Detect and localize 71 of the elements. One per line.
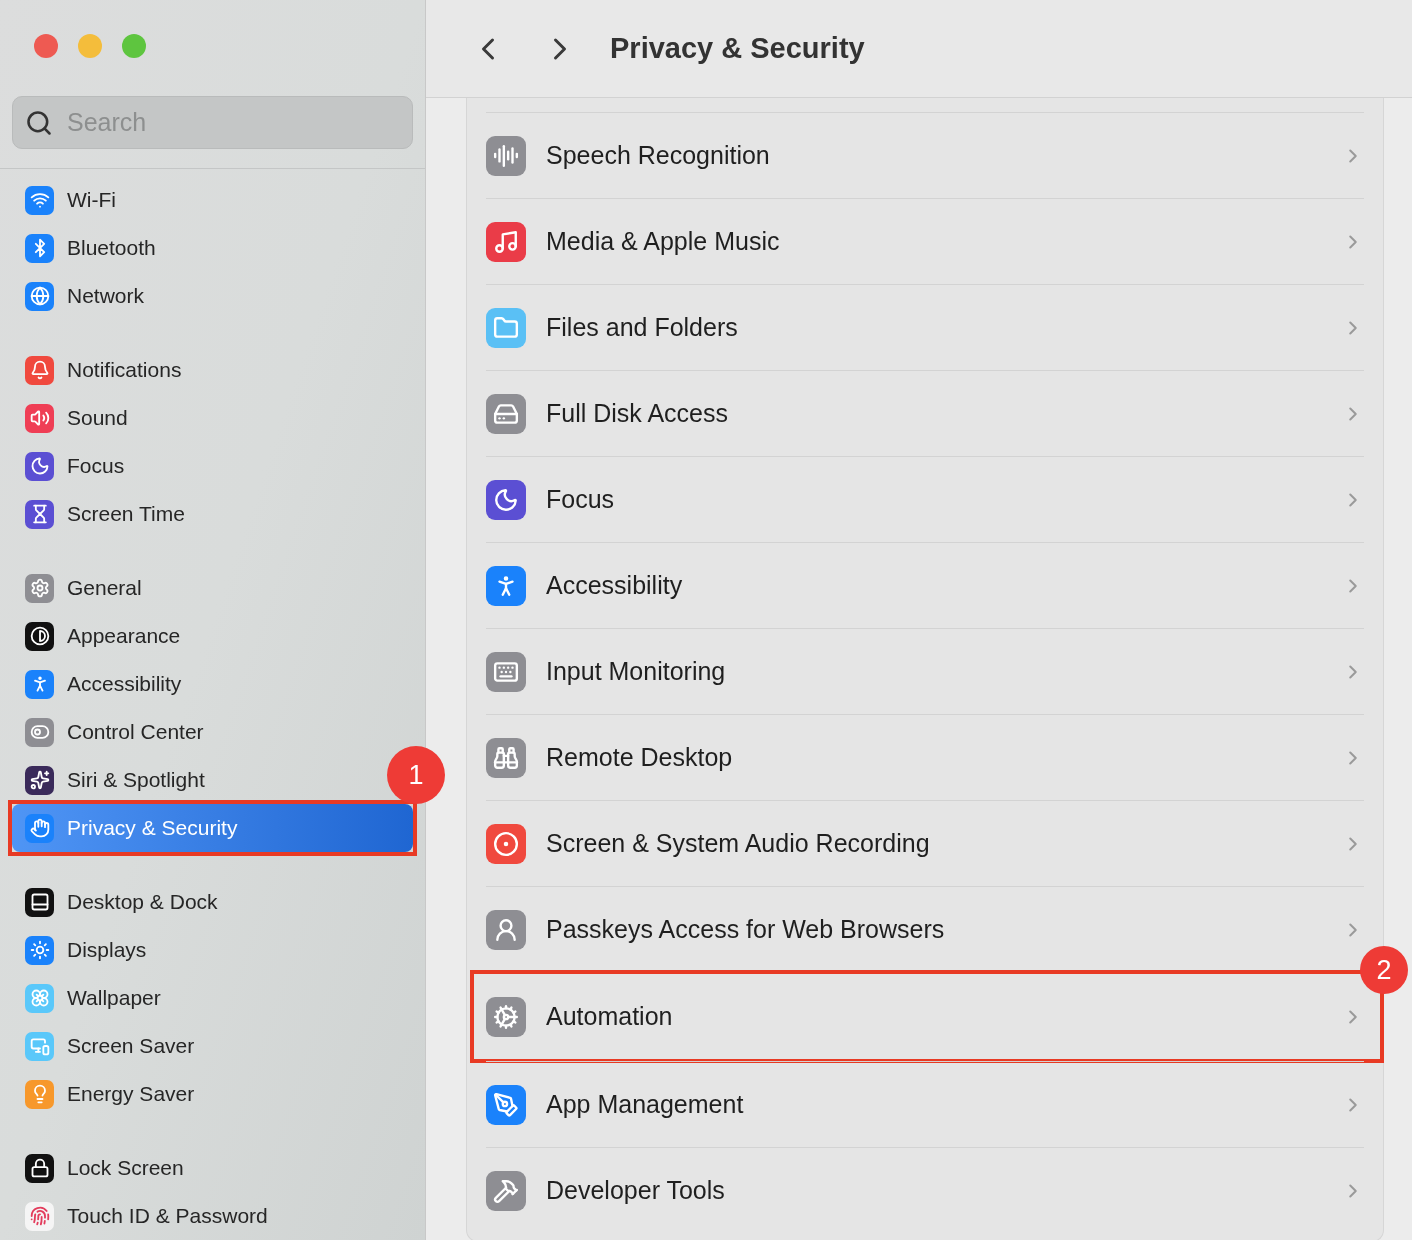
gear-icon [25, 573, 54, 603]
sidebar-item[interactable]: Touch ID & Password [12, 1192, 281, 1240]
sidebar-item[interactable]: Displays [12, 926, 160, 974]
sun-icon [25, 935, 54, 965]
keyboard-icon [486, 651, 526, 692]
close-button[interactable] [34, 34, 58, 58]
settings-row[interactable]: Files and Folders [486, 285, 1364, 370]
waveform-icon [486, 135, 526, 176]
sidebar-item[interactable]: Sound [12, 394, 141, 442]
sidebar-item[interactable]: Lock Screen [12, 1144, 197, 1192]
moon-icon [486, 479, 526, 520]
hourglass-icon [25, 499, 54, 529]
record-icon [486, 823, 526, 864]
sidebar-item[interactable]: Appearance [12, 612, 194, 660]
sidebar-item[interactable]: Wi-Fi [12, 176, 129, 224]
sidebar-item[interactable]: Wallpaper [12, 974, 174, 1022]
step-badge: 2 [1360, 946, 1408, 994]
person-icon [486, 909, 526, 950]
settings-row[interactable]: Speech Recognition [486, 113, 1364, 198]
moon-icon [25, 451, 54, 481]
wifi-icon [25, 185, 54, 215]
sidebar-item[interactable]: Accessibility [12, 660, 195, 708]
contrast-icon [25, 621, 54, 651]
sidebar-item[interactable]: General [12, 564, 155, 612]
settings-row[interactable]: App Management [486, 1062, 1364, 1147]
drive-icon [486, 393, 526, 434]
lock-icon [25, 1153, 54, 1183]
binoculars-icon [486, 737, 526, 778]
screen-icon [25, 1031, 54, 1061]
lightbulb-icon [25, 1079, 54, 1109]
sidebar-item[interactable]: Desktop & Dock [12, 878, 231, 926]
settings-row[interactable]: Input Monitoring [486, 629, 1364, 714]
sidebar-item[interactable]: Notifications [12, 346, 195, 394]
sidebar-item[interactable]: Focus [12, 442, 138, 490]
bluetooth-icon [25, 233, 54, 263]
sidebar-item[interactable]: Energy Saver [12, 1070, 208, 1118]
speaker-icon [25, 403, 54, 433]
minimize-button[interactable] [78, 34, 102, 58]
settings-row[interactable]: Remote Desktop [486, 715, 1364, 800]
folder-icon [486, 307, 526, 348]
accessibility-icon [486, 565, 526, 606]
settings-row[interactable]: Screen & System Audio Recording [486, 801, 1364, 886]
toggle-icon [25, 717, 54, 747]
sparkle-icon [25, 765, 54, 795]
sidebar-item[interactable]: Privacy & Security [12, 804, 413, 852]
globe-icon [25, 281, 54, 311]
dock-icon [25, 887, 54, 917]
settings-row[interactable]: Accessibility [486, 543, 1364, 628]
hand-icon [25, 813, 54, 843]
zoom-button[interactable] [122, 34, 146, 58]
sidebar-item[interactable]: Screen Time [12, 490, 198, 538]
sidebar-item[interactable]: Screen Saver [12, 1022, 208, 1070]
flower-icon [25, 983, 54, 1013]
music-note-icon [486, 221, 526, 262]
sidebar-item[interactable]: Network [12, 272, 158, 320]
sidebar-item[interactable]: Siri & Spotlight [12, 756, 218, 804]
accessibility-icon [25, 669, 54, 699]
hammer-icon [486, 1170, 526, 1211]
settings-row[interactable]: Focus [486, 457, 1364, 542]
sidebar-item[interactable]: Bluetooth [12, 224, 169, 272]
window-title: Privacy & Security [610, 30, 865, 66]
bell-icon [25, 355, 54, 385]
step-badge: 1 [387, 746, 445, 804]
gears-icon [486, 996, 526, 1037]
settings-row[interactable]: Developer Tools [486, 1148, 1364, 1233]
fingerprint-icon [25, 1201, 54, 1231]
search-icon [25, 108, 53, 137]
settings-row[interactable]: Media & Apple Music [486, 199, 1364, 284]
settings-row[interactable]: Passkeys Access for Web Browsers [486, 887, 1364, 972]
settings-row[interactable]: Full Disk Access [486, 371, 1364, 456]
sidebar-item[interactable]: Control Center [12, 708, 217, 756]
